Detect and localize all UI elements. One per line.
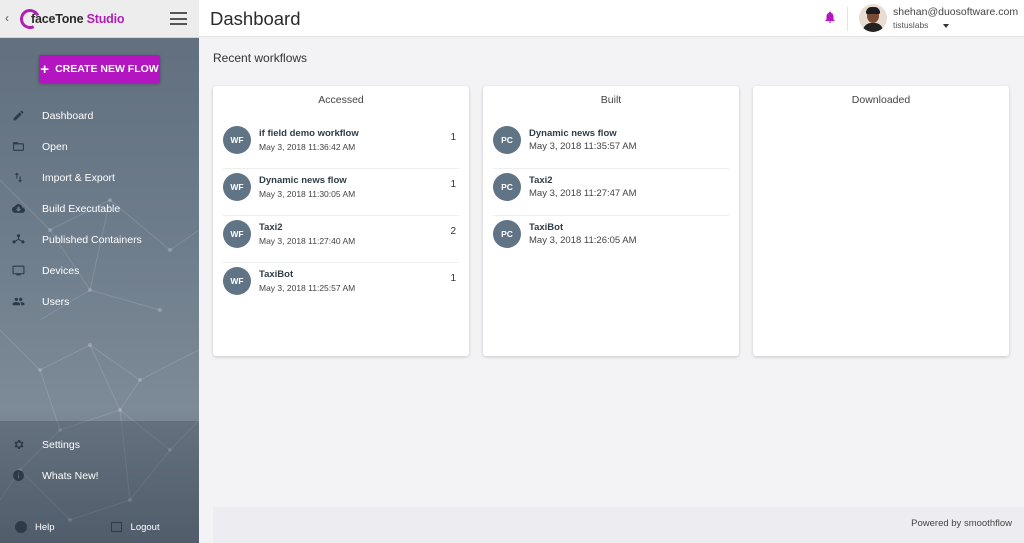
hub-icon xyxy=(0,233,42,246)
container-badge: PC xyxy=(493,173,521,201)
page-title: Dashboard xyxy=(210,8,301,29)
container-badge: PC xyxy=(493,220,521,248)
workflow-name[interactable]: Dynamic news flow xyxy=(529,128,617,139)
info-icon xyxy=(0,469,42,482)
logo-studio: Studio xyxy=(86,12,125,26)
workflow-date: May 3, 2018 11:26:05 AM xyxy=(529,235,637,246)
workflow-name[interactable]: Dynamic news flow xyxy=(259,175,347,186)
workflow-date: May 3, 2018 11:27:40 AM xyxy=(259,236,356,246)
sidebar-item-label: Published Containers xyxy=(42,233,142,246)
workflow-date: May 3, 2018 11:25:57 AM xyxy=(259,283,356,293)
facetone-logo[interactable]: faceTone Studio xyxy=(17,6,125,32)
sidebar-nav: Dashboard Open Import & Export Build Exe… xyxy=(0,100,199,317)
access-count: 1 xyxy=(450,179,456,190)
list-item[interactable]: WF Dynamic news flow May 3, 2018 11:30:0… xyxy=(223,169,459,216)
import-export-icon xyxy=(0,171,42,184)
header-divider xyxy=(847,7,848,31)
help-link[interactable]: Help xyxy=(35,522,55,533)
logo-ring-icon xyxy=(17,6,43,32)
accessed-card: Accessed WF if field demo workflow May 3… xyxy=(213,86,469,356)
workflow-name[interactable]: TaxiBot xyxy=(259,269,293,280)
workflow-date: May 3, 2018 11:36:42 AM xyxy=(259,142,356,152)
users-icon xyxy=(0,295,42,308)
sidebar-item-label: Build Executable xyxy=(42,202,121,215)
workflow-badge: WF xyxy=(223,173,251,201)
sidebar-bottom-nav: Settings Whats New! xyxy=(0,429,199,491)
access-count: 1 xyxy=(450,273,456,284)
downloaded-card: Downloaded xyxy=(753,86,1009,356)
list-item[interactable]: WF if field demo workflow May 3, 2018 11… xyxy=(223,122,459,169)
sidebar-item-devices[interactable]: Devices xyxy=(0,255,199,286)
sidebar-item-import-export[interactable]: Import & Export xyxy=(0,162,199,193)
hamburger-menu-icon[interactable] xyxy=(170,12,187,25)
workflow-badge: WF xyxy=(223,126,251,154)
bell-icon[interactable] xyxy=(823,9,837,25)
card-title: Accessed xyxy=(318,94,364,106)
back-chevron-icon[interactable]: ‹ xyxy=(5,11,9,25)
avatar[interactable] xyxy=(859,4,887,32)
powered-by-text: Powered by smoothflow xyxy=(911,518,1012,529)
sidebar: ‹ faceTone Studio + CREATE NEW FLOW Dash… xyxy=(0,0,199,543)
list-item[interactable]: PC Dynamic news flow May 3, 2018 11:35:5… xyxy=(493,122,729,169)
plus-icon: + xyxy=(40,60,50,78)
access-count: 2 xyxy=(450,226,456,237)
list-item[interactable]: WF Taxi2 May 3, 2018 11:27:40 AM 2 xyxy=(223,216,459,263)
container-badge: PC xyxy=(493,126,521,154)
sidebar-item-label: Open xyxy=(42,140,68,153)
sidebar-item-users[interactable]: Users xyxy=(0,286,199,317)
create-new-flow-button[interactable]: + CREATE NEW FLOW xyxy=(39,55,160,83)
sidebar-item-build-executable[interactable]: Build Executable xyxy=(0,193,199,224)
workflow-name[interactable]: TaxiBot xyxy=(529,222,563,233)
list-item[interactable]: PC TaxiBot May 3, 2018 11:26:05 AM xyxy=(493,216,729,263)
workflow-name[interactable]: if field demo workflow xyxy=(259,128,359,139)
sidebar-item-whats-new[interactable]: Whats New! xyxy=(0,460,199,491)
access-count: 1 xyxy=(450,132,456,143)
top-bar: Dashboard shehan@duosoftware.com tistusl… xyxy=(199,0,1024,37)
recent-workflows-title: Recent workflows xyxy=(213,51,308,65)
sidebar-item-settings[interactable]: Settings xyxy=(0,429,199,460)
pencil-icon xyxy=(0,109,42,122)
workflow-badge: WF xyxy=(223,267,251,295)
sidebar-item-published-containers[interactable]: Published Containers xyxy=(0,224,199,255)
user-org[interactable]: tistuslabs xyxy=(893,20,928,30)
user-email[interactable]: shehan@duosoftware.com xyxy=(893,6,1018,18)
workflow-date: May 3, 2018 11:35:57 AM xyxy=(529,141,637,152)
logo-text: faceTone Studio xyxy=(31,12,125,26)
folder-icon xyxy=(0,140,42,153)
sidebar-item-open[interactable]: Open xyxy=(0,131,199,162)
list-item[interactable]: PC Taxi2 May 3, 2018 11:27:47 AM xyxy=(493,169,729,216)
help-icon[interactable] xyxy=(15,521,27,533)
create-new-flow-label: CREATE NEW FLOW xyxy=(55,63,159,75)
sidebar-item-label: Whats New! xyxy=(42,469,99,482)
sidebar-item-label: Devices xyxy=(42,264,80,277)
sidebar-item-dashboard[interactable]: Dashboard xyxy=(0,100,199,131)
workflow-date: May 3, 2018 11:30:05 AM xyxy=(259,189,356,199)
card-title: Built xyxy=(600,94,622,106)
sidebar-item-label: Settings xyxy=(42,438,80,451)
sidebar-item-label: Import & Export xyxy=(42,171,115,184)
footer: Powered by smoothflow xyxy=(213,507,1024,543)
built-card: Built PC Dynamic news flow May 3, 2018 1… xyxy=(483,86,739,356)
card-title: Downloaded xyxy=(851,94,911,106)
sidebar-item-label: Dashboard xyxy=(42,109,94,122)
sidebar-item-label: Users xyxy=(42,295,70,308)
workflow-badge: WF xyxy=(223,220,251,248)
help-logout-row: Help Logout xyxy=(0,515,199,539)
workflow-name[interactable]: Taxi2 xyxy=(259,222,283,233)
list-item[interactable]: WF TaxiBot May 3, 2018 11:25:57 AM 1 xyxy=(223,263,459,310)
logout-icon[interactable] xyxy=(110,522,122,532)
logout-link[interactable]: Logout xyxy=(131,522,160,533)
cloud-download-icon xyxy=(0,202,42,215)
devices-icon xyxy=(0,264,42,277)
gear-icon xyxy=(0,438,42,451)
sidebar-header: ‹ faceTone Studio xyxy=(0,0,199,38)
workflow-name[interactable]: Taxi2 xyxy=(529,175,553,186)
caret-down-icon[interactable] xyxy=(943,24,949,28)
workflow-date: May 3, 2018 11:27:47 AM xyxy=(529,188,637,199)
